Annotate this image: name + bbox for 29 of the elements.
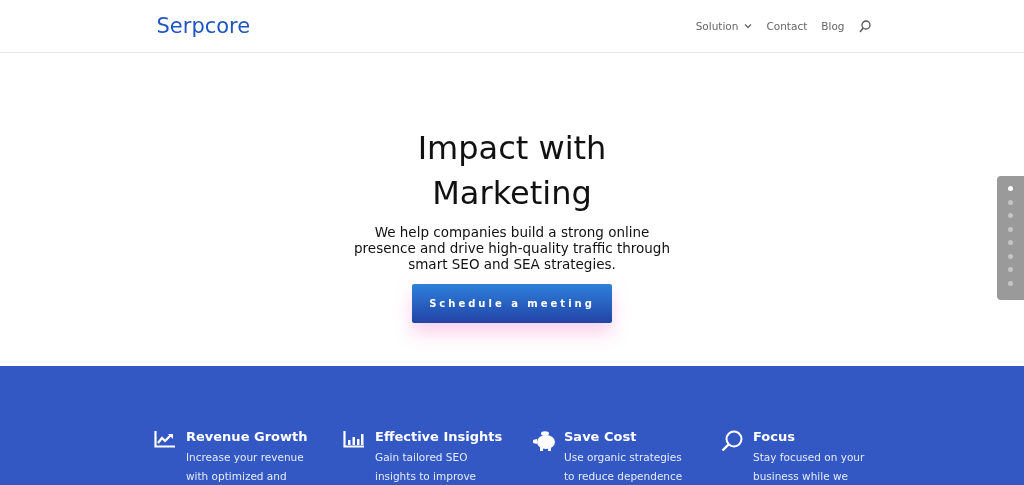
- bar-chart-icon: [343, 430, 365, 448]
- hero-title: Impact with Marketing: [417, 128, 607, 214]
- feature-title: Focus: [753, 428, 796, 445]
- chart-icon: [154, 430, 176, 448]
- feature-title: Revenue Growth: [186, 428, 308, 445]
- search-icon: [721, 430, 743, 452]
- section-dot[interactable]: [1008, 199, 1013, 205]
- nav-link[interactable]: Contact: [766, 20, 808, 32]
- logo[interactable]: Serpcore: [156, 14, 251, 38]
- schedule-meeting-button[interactable]: Schedule a meeting: [412, 284, 612, 323]
- feature-text: Use organic strategies to reduce dependence: [564, 450, 683, 484]
- piggy-bank-icon: [532, 430, 556, 452]
- nav-link[interactable]: Blog: [821, 20, 845, 32]
- feature-title: Effective Insights: [375, 428, 503, 445]
- section-dot[interactable]: [1008, 267, 1013, 272]
- search-button[interactable]: [858, 19, 871, 33]
- feature-text: Stay focused on your business while we: [753, 450, 865, 484]
- section-dot[interactable]: [1008, 186, 1013, 191]
- section-dot[interactable]: [1008, 240, 1013, 245]
- nav-link[interactable]: Solution: [695, 20, 753, 32]
- section-dot[interactable]: [1008, 213, 1013, 218]
- section-dot[interactable]: [1008, 226, 1013, 232]
- feature-title: Save Cost: [564, 428, 638, 445]
- search-icon: [858, 19, 871, 33]
- hero-text: We help companies build a strong online presence and drive high-quality traffic through smart SEO and SEA strategies.: [354, 224, 670, 272]
- feature-text: Increase your revenue with optimized and: [186, 450, 305, 484]
- section-dot[interactable]: [1008, 253, 1013, 259]
- section-dot[interactable]: [1008, 280, 1013, 286]
- feature-text: Gain tailored SEO insights to improve: [375, 450, 478, 484]
